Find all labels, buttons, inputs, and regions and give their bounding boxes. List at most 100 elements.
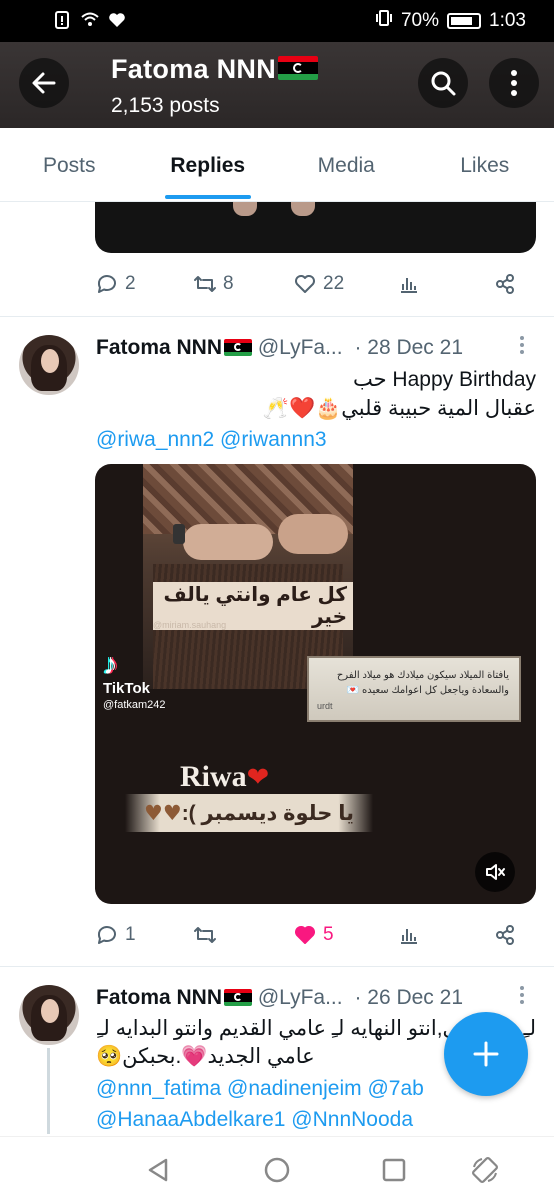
note-text: يافتاة الميلاد سيكون ميلادك هو ميلاد الف… bbox=[336, 670, 509, 696]
retweet-button[interactable] bbox=[193, 923, 293, 947]
profile-name-text: Fatoma NNN bbox=[111, 54, 277, 84]
reply-icon bbox=[97, 275, 116, 293]
author-name[interactable]: Fatoma NNN bbox=[96, 336, 222, 359]
profile-tabs: Posts Replies Media Likes bbox=[0, 128, 554, 202]
tab-posts[interactable]: Posts bbox=[0, 128, 139, 201]
views-button[interactable] bbox=[397, 272, 493, 296]
author-name[interactable]: Fatoma NNN bbox=[96, 986, 222, 1009]
triangle-back-icon bbox=[148, 1158, 168, 1182]
status-bar: 70% 1:03 bbox=[0, 0, 554, 42]
tweet-text-line: Happy Birthday حب bbox=[352, 368, 536, 391]
tweet-1-actions: 2 8 22 bbox=[95, 269, 536, 299]
tab-replies-label: Replies bbox=[170, 154, 246, 177]
status-icons-left bbox=[52, 10, 126, 36]
tweet-date[interactable]: · 26 Dec 21 bbox=[354, 986, 463, 1009]
home-nav-button[interactable] bbox=[262, 1155, 292, 1185]
tweet-2-video[interactable]: كل عام وانتي يالف خير @miriam.sauhang يا… bbox=[95, 464, 536, 904]
author-handle[interactable]: @LyFa... bbox=[258, 336, 343, 359]
share-button[interactable] bbox=[493, 272, 517, 296]
heart-icon bbox=[295, 275, 315, 293]
volume-button[interactable] bbox=[475, 852, 515, 892]
like-count: 22 bbox=[323, 273, 345, 294]
tiktok-logo-icon: ♪ bbox=[103, 648, 118, 681]
share-icon bbox=[496, 925, 514, 945]
rotate-screen-button[interactable] bbox=[470, 1155, 500, 1185]
search-button[interactable] bbox=[418, 58, 468, 108]
retweet-button[interactable]: 8 bbox=[193, 272, 293, 296]
system-navigation-bar bbox=[0, 1136, 554, 1200]
like-button[interactable]: 22 bbox=[293, 272, 397, 296]
video-title: Riwa❤ bbox=[180, 760, 269, 794]
active-tab-indicator bbox=[164, 195, 251, 199]
tweet-1-media[interactable] bbox=[95, 202, 536, 253]
like-button[interactable]: 5 bbox=[293, 923, 397, 947]
libya-flag-icon bbox=[224, 989, 253, 1006]
tweet-text-line: عقبال المية حبيبة قلبي🎂❤️🥂 bbox=[262, 397, 536, 420]
post-count: 2,153 posts bbox=[111, 94, 220, 117]
tweet-divider bbox=[0, 966, 554, 967]
retweet-icon bbox=[194, 276, 216, 292]
reply-button[interactable]: 2 bbox=[95, 272, 193, 296]
tweet-date[interactable]: · 28 Dec 21 bbox=[354, 336, 463, 359]
circle-home-icon bbox=[264, 1157, 290, 1183]
video-note-card: يافتاة الميلاد سيكون ميلادك هو ميلاد الف… bbox=[307, 656, 521, 722]
tiktok-watermark: ♪ TikTok @fatkam242 bbox=[103, 648, 166, 712]
tiktok-brand: TikTok bbox=[103, 680, 150, 697]
retweet-icon bbox=[194, 927, 216, 943]
libya-flag-icon bbox=[224, 339, 253, 356]
more-options-button[interactable] bbox=[489, 58, 539, 108]
reply-button[interactable]: 1 bbox=[95, 923, 193, 947]
heart-filled-icon bbox=[295, 926, 315, 944]
like-count: 5 bbox=[323, 924, 334, 945]
battery-icon bbox=[447, 13, 482, 29]
back-nav-button[interactable] bbox=[143, 1155, 173, 1185]
reply-count: 1 bbox=[125, 924, 136, 945]
views-button[interactable] bbox=[397, 923, 493, 947]
heart-status-icon bbox=[108, 12, 126, 34]
plus-icon bbox=[473, 1041, 499, 1067]
tweet-3-header: Fatoma NNN @LyFa... · 26 Dec 21 bbox=[96, 986, 463, 1010]
avatar[interactable] bbox=[19, 335, 79, 395]
alert-icon bbox=[52, 10, 72, 36]
tweet-mentions[interactable]: @nnn_fatima @nadinenjeim @7ab bbox=[96, 1077, 424, 1101]
wifi-icon bbox=[80, 11, 100, 35]
recents-nav-button[interactable] bbox=[379, 1155, 409, 1185]
tweet-mentions[interactable]: @riwa_nnn2 @riwannn3 bbox=[96, 428, 327, 452]
tweet-more-icon[interactable] bbox=[518, 336, 526, 354]
profile-header: Fatoma NNN 2,153 posts bbox=[0, 42, 554, 128]
avatar[interactable] bbox=[19, 985, 79, 1045]
tweet-more-icon[interactable] bbox=[518, 986, 526, 1004]
share-button[interactable] bbox=[493, 923, 517, 947]
status-icons-right: 70% 1:03 bbox=[375, 9, 526, 33]
arrow-left-icon bbox=[32, 72, 56, 94]
clock: 1:03 bbox=[489, 10, 526, 31]
rotate-icon bbox=[472, 1157, 498, 1183]
tweet-2-actions: 1 5 bbox=[95, 920, 536, 950]
analytics-icon bbox=[401, 278, 417, 293]
video-ribbon: يا حلوة ديسمبر ):♥♥ bbox=[125, 794, 373, 832]
tab-media[interactable]: Media bbox=[277, 128, 416, 201]
more-vertical-icon bbox=[511, 70, 517, 96]
vibrate-icon bbox=[375, 9, 393, 33]
tab-likes[interactable]: Likes bbox=[416, 128, 554, 201]
compose-post-button[interactable] bbox=[444, 1012, 528, 1096]
tweet-text-line: عامي الجديد💗.بحبكن🥺 bbox=[96, 1045, 315, 1068]
analytics-icon bbox=[401, 929, 417, 944]
tweet-divider bbox=[0, 316, 554, 317]
brown-hearts-icon: ♥♥ bbox=[144, 801, 182, 825]
profile-name: Fatoma NNN bbox=[111, 54, 319, 85]
back-button[interactable] bbox=[19, 58, 69, 108]
reply-count: 2 bbox=[125, 273, 136, 294]
tab-replies[interactable]: Replies bbox=[139, 128, 278, 201]
tweet-2-header: Fatoma NNN @LyFa... · 28 Dec 21 bbox=[96, 336, 463, 360]
video-caption-small: @miriam.sauhang bbox=[153, 620, 227, 630]
battery-percent: 70% bbox=[400, 10, 440, 31]
author-handle[interactable]: @LyFa... bbox=[258, 986, 343, 1009]
reply-icon bbox=[97, 926, 116, 944]
note-signature: urdt bbox=[317, 701, 333, 711]
share-icon bbox=[496, 274, 514, 294]
tweet-mentions[interactable]: @HanaaAbdelkare1 @NnnNooda bbox=[96, 1108, 413, 1132]
heart-emoji-icon: ❤ bbox=[246, 762, 270, 793]
volume-muted-icon bbox=[486, 864, 505, 880]
libya-flag-icon bbox=[278, 56, 319, 80]
